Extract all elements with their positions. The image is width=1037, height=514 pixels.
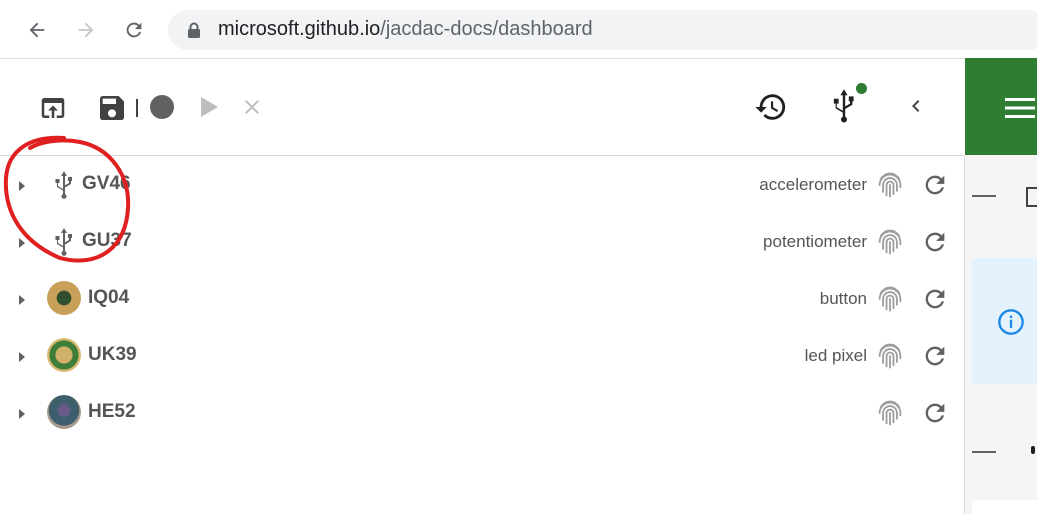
toolbar-separator [136, 99, 138, 117]
record-button[interactable] [149, 94, 175, 120]
open-button[interactable] [38, 93, 68, 123]
menu-button[interactable] [1005, 96, 1035, 125]
url-host: microsoft.github.io [218, 18, 381, 40]
panel-small-icon [1031, 446, 1035, 454]
panel-collapse-dash[interactable] [972, 195, 996, 197]
device-avatar [47, 338, 81, 372]
open-in-browser-icon [41, 98, 65, 118]
device-row[interactable]: GU37 potentiometer [0, 213, 964, 270]
save-button[interactable] [96, 92, 128, 124]
play-icon [201, 97, 218, 117]
usb-icon [833, 89, 854, 123]
history-button[interactable] [754, 90, 788, 124]
device-name: UK39 [88, 344, 137, 365]
usb-connect-button[interactable] [829, 88, 859, 124]
service-label: potentiometer [763, 232, 867, 251]
clear-button[interactable] [240, 95, 264, 119]
fingerprint-icon[interactable] [876, 284, 904, 319]
service-label: accelerometer [759, 175, 867, 194]
app-header [965, 58, 1037, 155]
fingerprint-icon[interactable] [876, 398, 904, 433]
expand-caret-icon[interactable] [17, 293, 27, 311]
service-label: button [819, 289, 867, 308]
hamburger-menu-icon [1005, 98, 1035, 118]
device-row[interactable]: UK39 led pixel [0, 327, 964, 384]
collapse-drawer-button[interactable] [904, 94, 928, 118]
play-button[interactable] [198, 95, 220, 119]
reload-button[interactable] [120, 16, 148, 44]
device-row[interactable]: IQ04 button [0, 270, 964, 327]
save-icon [100, 96, 124, 120]
reload-icon [126, 22, 142, 38]
panel-card [972, 500, 1037, 514]
device-avatar [47, 281, 81, 315]
arrow-left-icon [29, 22, 45, 38]
close-icon [245, 100, 259, 114]
info-icon [997, 308, 1025, 341]
url-path: /jacdac-docs/dashboard [380, 18, 593, 40]
refresh-icon[interactable] [921, 171, 949, 204]
service-label: led pixel [804, 346, 867, 365]
url-text: microsoft.github.io/jacdac-docs/dashboar… [218, 18, 593, 41]
record-icon [150, 95, 174, 119]
history-icon [755, 94, 786, 120]
arrow-right-icon [78, 22, 94, 38]
fingerprint-icon[interactable] [876, 341, 904, 376]
panel-collapse-dash-2[interactable] [972, 451, 996, 453]
device-avatar [47, 395, 81, 429]
refresh-icon[interactable] [921, 285, 949, 318]
device-name: IQ04 [88, 287, 130, 308]
back-button[interactable] [23, 16, 51, 44]
forward-button[interactable] [72, 16, 100, 44]
chevron-left-icon [912, 100, 920, 112]
device-row[interactable]: GV46 accelerometer [0, 156, 964, 213]
refresh-icon[interactable] [921, 399, 949, 432]
red-circle-annotation [3, 135, 131, 263]
fingerprint-icon[interactable] [876, 170, 904, 205]
refresh-icon[interactable] [921, 342, 949, 375]
connection-status-dot [856, 83, 867, 94]
expand-caret-icon[interactable] [17, 407, 27, 425]
refresh-icon[interactable] [921, 228, 949, 261]
browser-toolbar: microsoft.github.io/jacdac-docs/dashboar… [0, 0, 1037, 59]
device-row[interactable]: HE52 [0, 384, 964, 441]
device-name: HE52 [88, 401, 136, 422]
device-icon [1026, 187, 1037, 207]
lock-icon [188, 22, 200, 38]
expand-caret-icon[interactable] [17, 350, 27, 368]
fingerprint-icon[interactable] [876, 227, 904, 262]
